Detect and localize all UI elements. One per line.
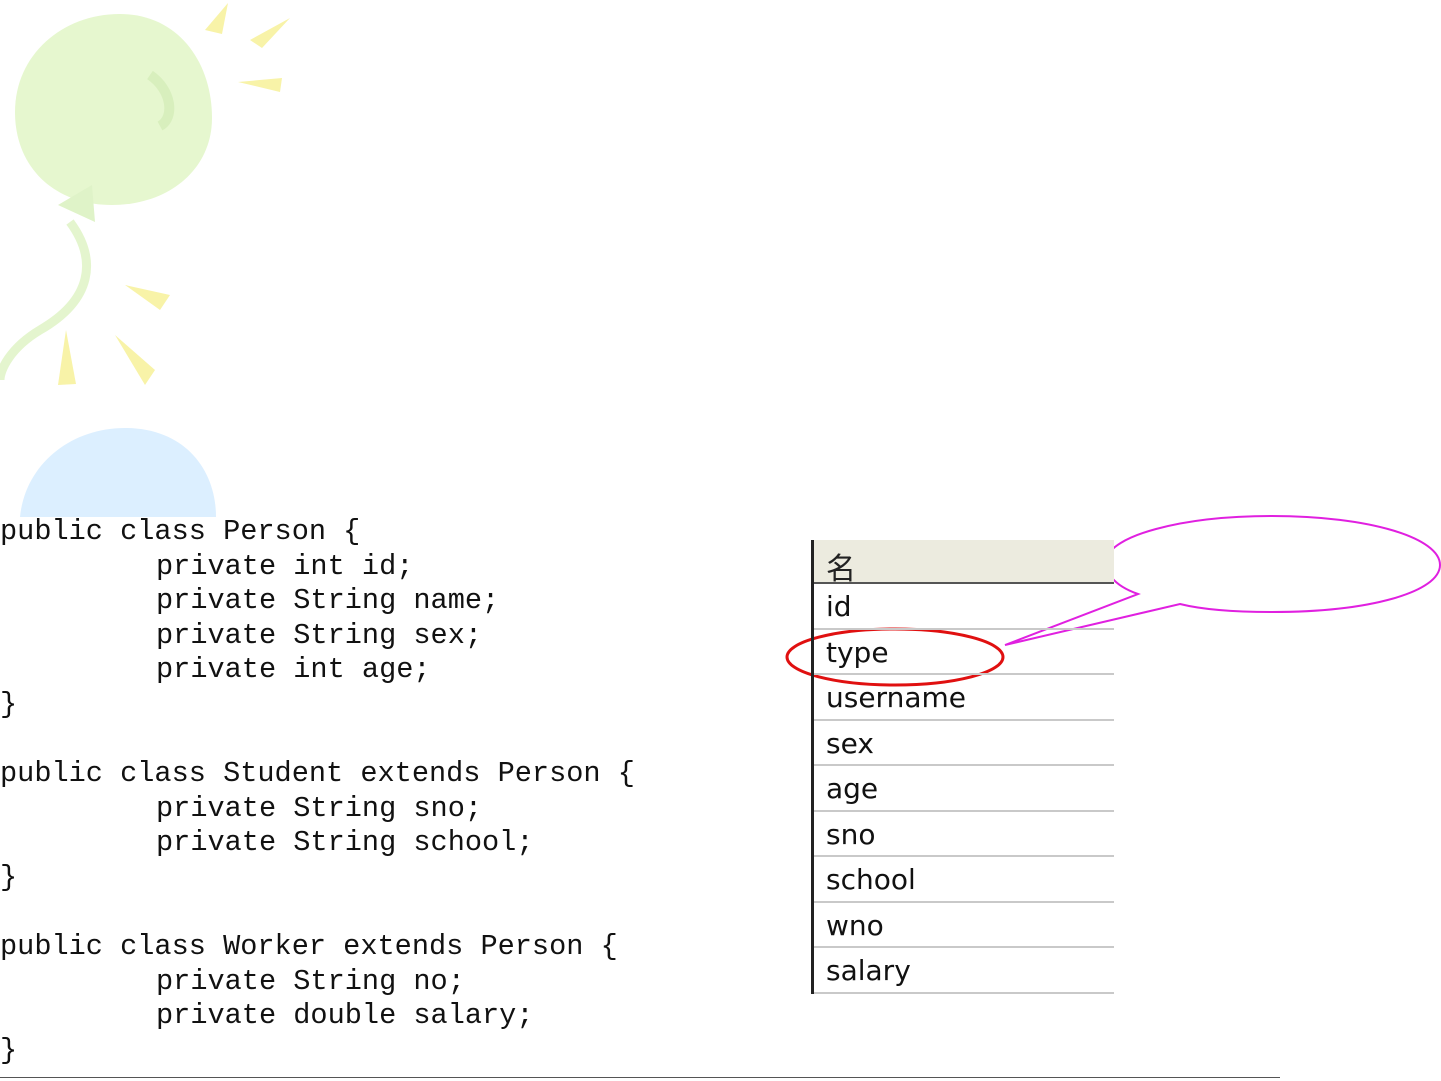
field-row: sno xyxy=(814,812,1114,857)
field-name: school xyxy=(826,863,916,896)
code-line: } xyxy=(0,860,18,894)
field-row: wno xyxy=(814,903,1114,948)
code-line: public class Student extends Person { xyxy=(0,757,635,791)
field-row: sex xyxy=(814,721,1114,766)
code-line: public class Person { xyxy=(0,515,361,548)
code-line: public class Worker extends Person { xyxy=(0,930,618,964)
green-balloon-icon xyxy=(0,14,212,381)
bottom-divider xyxy=(0,1077,1280,1078)
code-line: private String no; xyxy=(156,964,465,998)
field-table-header: 名 xyxy=(814,540,1114,587)
field-name: salary xyxy=(826,954,911,987)
field-row: salary xyxy=(814,948,1114,994)
field-name: username xyxy=(826,681,966,714)
field-table: 名 id type username sex age sno school wno salary xyxy=(811,540,1114,994)
field-row: type xyxy=(814,630,1114,675)
code-line: private int id; xyxy=(156,549,414,583)
code-line: private String sno; xyxy=(156,791,483,825)
field-name: sno xyxy=(826,817,876,851)
field-row: school xyxy=(814,857,1114,903)
code-line: private String school; xyxy=(156,826,534,860)
field-name: type xyxy=(826,635,889,669)
field-name: age xyxy=(826,772,879,805)
blue-balloon-icon xyxy=(20,428,216,517)
field-name: id xyxy=(826,590,852,623)
java-code-block: public class Person {private int id; priv… xyxy=(0,515,635,1069)
field-row: id xyxy=(814,584,1114,630)
field-table-header-label: 名 xyxy=(826,552,856,587)
field-row: username xyxy=(814,675,1114,721)
field-name: wno xyxy=(826,908,884,942)
code-line: } xyxy=(0,687,18,721)
code-line: } xyxy=(0,1033,18,1067)
code-line: private int age; xyxy=(156,653,431,687)
code-line: private String sex; xyxy=(156,618,483,652)
field-name: sex xyxy=(826,726,874,760)
field-row: age xyxy=(814,766,1114,812)
code-line: private String name; xyxy=(156,584,500,618)
code-line: private double salary; xyxy=(156,999,534,1033)
